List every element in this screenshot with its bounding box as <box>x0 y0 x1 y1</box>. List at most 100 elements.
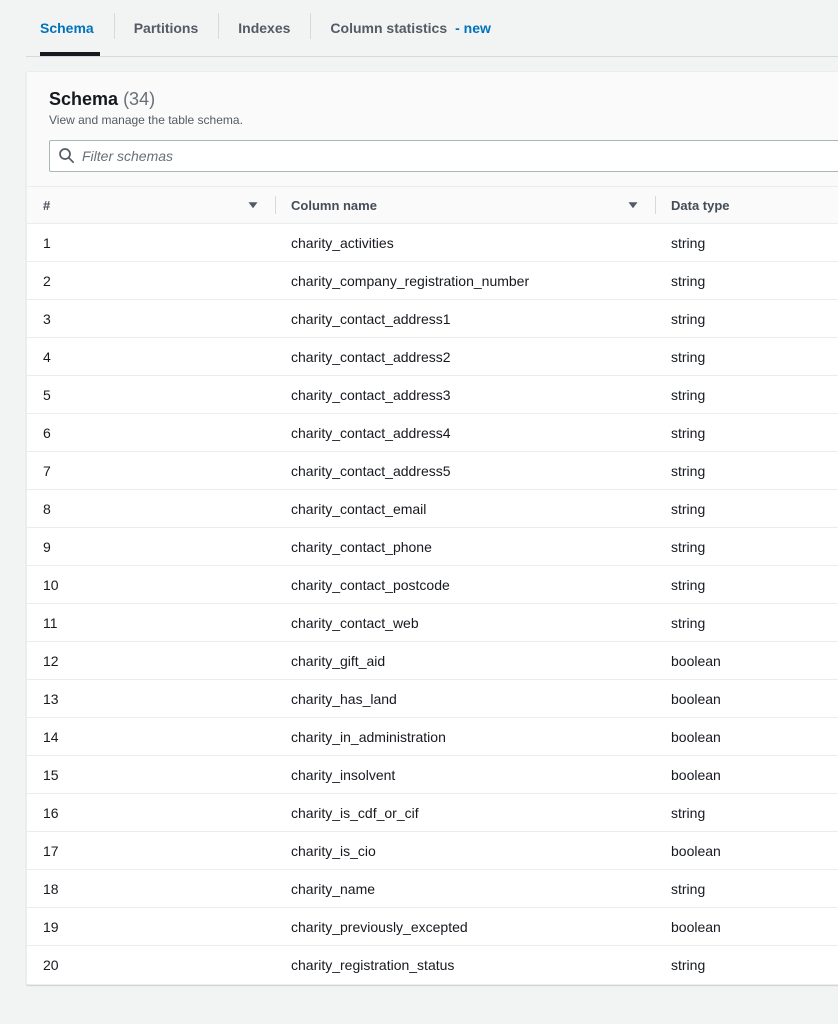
schema-table-body: 1 charity_activities string 2 charity_compan… <box>27 223 838 984</box>
tab-column-statistics[interactable]: Column statistics - new <box>310 0 510 56</box>
cell-data-type: string <box>655 451 838 490</box>
cell-row-number: 2 <box>27 261 275 300</box>
table-row[interactable]: 15 charity_insolvent boolean <box>27 755 838 794</box>
column-header-data-type[interactable]: Data type <box>655 187 838 224</box>
cell-data-type: string <box>655 793 838 832</box>
schema-panel-header: Schema (34) View and manage the table sc… <box>27 72 838 187</box>
cell-data-type: string <box>655 413 838 452</box>
tab-partitions[interactable]: Partitions <box>113 0 219 56</box>
cell-column-name: charity_contact_address2 <box>275 337 655 376</box>
schema-panel: Schema (34) View and manage the table sc… <box>26 71 838 985</box>
schema-table-head: # Column name Data type <box>27 187 838 224</box>
cell-column-name: charity_name <box>275 869 655 908</box>
tab-column-statistics-label: Column statistics <box>330 20 448 36</box>
cell-row-number: 14 <box>27 717 275 756</box>
column-header-number[interactable]: # <box>27 187 275 224</box>
cell-data-type: string <box>655 603 838 642</box>
table-row[interactable]: 10 charity_contact_postcode string <box>27 565 838 604</box>
panel-description: View and manage the table schema. <box>49 113 243 127</box>
table-row[interactable]: 13 charity_has_land boolean <box>27 679 838 718</box>
column-header-number-label: # <box>43 197 51 213</box>
cell-column-name: charity_contact_web <box>275 603 655 642</box>
cell-row-number: 19 <box>27 907 275 946</box>
cell-data-type: boolean <box>655 717 838 756</box>
cell-column-name: charity_is_cio <box>275 831 655 870</box>
cell-row-number: 8 <box>27 489 275 528</box>
cell-row-number: 3 <box>27 299 275 338</box>
cell-data-type: string <box>655 299 838 338</box>
filter-schemas-wrapper <box>49 140 838 172</box>
table-row[interactable]: 17 charity_is_cio boolean <box>27 831 838 870</box>
tab-schema[interactable]: Schema <box>26 0 114 56</box>
table-row[interactable]: 7 charity_contact_address5 string <box>27 451 838 490</box>
table-row[interactable]: 14 charity_in_administration boolean <box>27 717 838 756</box>
cell-row-number: 6 <box>27 413 275 452</box>
cell-column-name: charity_insolvent <box>275 755 655 794</box>
cell-row-number: 16 <box>27 793 275 832</box>
cell-data-type: string <box>655 375 838 414</box>
new-badge: - new <box>455 20 491 36</box>
cell-column-name: charity_contact_email <box>275 489 655 528</box>
search-input[interactable] <box>49 140 838 172</box>
tab-bar: Schema Partitions Indexes Column statist… <box>0 0 838 57</box>
cell-column-name: charity_gift_aid <box>275 641 655 680</box>
cell-row-number: 7 <box>27 451 275 490</box>
cell-data-type: boolean <box>655 641 838 680</box>
cell-data-type: string <box>671 956 706 973</box>
table-row[interactable]: 4 charity_contact_address2 string <box>27 337 838 376</box>
sort-descending-icon[interactable] <box>627 199 639 211</box>
table-row[interactable]: 12 charity_gift_aid boolean <box>27 641 838 680</box>
table-row[interactable]: 2 charity_company_registration_number stri… <box>27 261 838 300</box>
cell-column-name: charity_in_administration <box>275 717 655 756</box>
cell-data-type: string <box>655 261 838 300</box>
cell-data-type: boolean <box>655 907 838 946</box>
table-row[interactable]: 9 charity_contact_phone string <box>27 527 838 566</box>
table-row[interactable]: 3 charity_contact_address1 string <box>27 299 838 338</box>
column-header-data-type-label: Data type <box>671 197 730 213</box>
tab-schema-label: Schema <box>40 20 94 36</box>
cell-data-type: string <box>655 337 838 376</box>
cell-column-name: charity_previously_excepted <box>275 907 655 946</box>
column-header-column-name[interactable]: Column name <box>275 187 655 224</box>
cell-column-name: charity_is_cdf_or_cif <box>275 793 655 832</box>
tab-indexes[interactable]: Indexes <box>218 0 310 56</box>
table-row[interactable]: 18 charity_name string <box>27 869 838 908</box>
cell-column-name: charity_contact_address3 <box>275 375 655 414</box>
cell-column-name: charity_company_registration_number <box>275 261 655 300</box>
tab-partitions-label: Partitions <box>133 20 199 36</box>
sort-descending-icon[interactable] <box>247 199 259 211</box>
cell-column-name: charity_contact_phone <box>275 527 655 566</box>
cell-column-name: charity_has_land <box>275 679 655 718</box>
cell-column-name: charity_contact_address5 <box>275 451 655 490</box>
page-title: Schema (34) <box>49 88 838 110</box>
cell-column-name: charity_activities <box>275 223 655 262</box>
cell-data-type: string <box>655 527 838 566</box>
table-row[interactable]: 11 charity_contact_web string <box>27 603 838 642</box>
cell-row-number: 4 <box>27 337 275 376</box>
table-row[interactable]: 1 charity_activities string <box>27 223 838 262</box>
cell-data-type: boolean <box>655 679 838 718</box>
cell-data-type: string <box>655 565 838 604</box>
table-row[interactable]: 19 charity_previously_excepted boolean <box>27 907 838 946</box>
cell-row-number: 18 <box>27 869 275 908</box>
column-header-column-name-label: Column name <box>291 197 377 213</box>
table-row[interactable]: 16 charity_is_cdf_or_cif string <box>27 793 838 832</box>
table-row[interactable]: 6 charity_contact_address4 string <box>27 413 838 452</box>
tab-indexes-label: Indexes <box>238 20 291 36</box>
table-header-row: # Column name Data type <box>27 187 838 224</box>
cell-row-number: 1 <box>27 223 275 262</box>
table-row[interactable]: 20 charity_registration_status string <box>27 946 838 984</box>
cell-data-type: string <box>655 223 838 262</box>
cell-row-number: 11 <box>27 603 275 642</box>
table-row[interactable]: 5 charity_contact_address3 string <box>27 375 838 414</box>
cell-row-number: 5 <box>27 375 275 414</box>
cell-row-number: 12 <box>27 641 275 680</box>
page-title-text: Schema <box>49 89 119 109</box>
cell-data-type: boolean <box>655 755 838 794</box>
cell-row-number: 13 <box>27 679 275 718</box>
cell-column-name: charity_contact_postcode <box>275 565 655 604</box>
table-row[interactable]: 8 charity_contact_email string <box>27 489 838 528</box>
cell-row-number: 9 <box>27 527 275 566</box>
cell-data-type: string <box>655 489 838 528</box>
cell-column-name: charity_registration_status <box>291 956 455 973</box>
